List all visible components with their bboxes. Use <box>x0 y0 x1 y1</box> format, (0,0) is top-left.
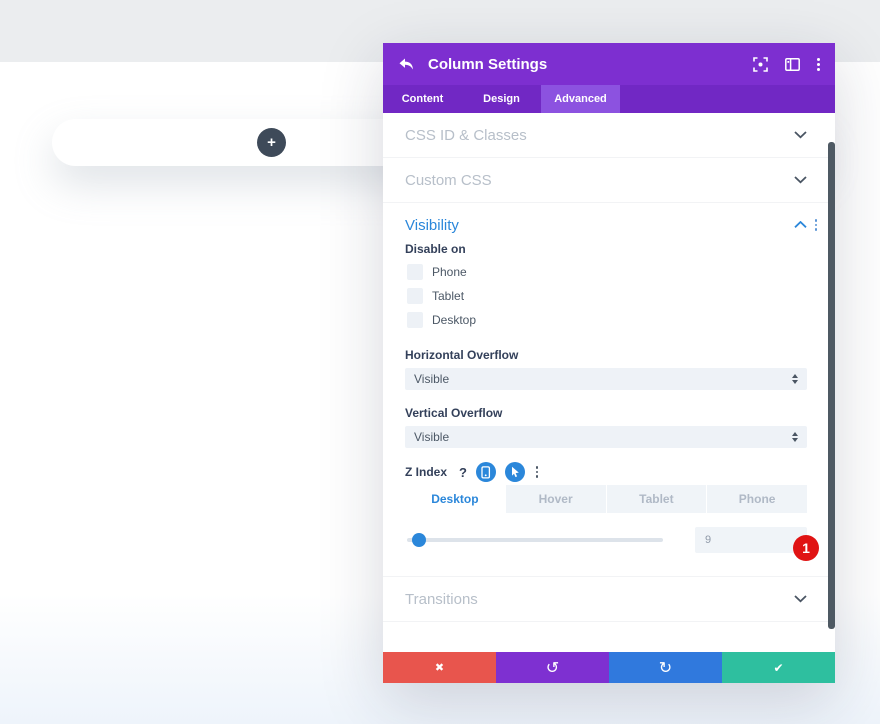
disable-on-tablet-row: Tablet <box>405 288 807 304</box>
section-visibility: Visibility Disable on <box>383 203 835 577</box>
vertical-overflow-value: Visible <box>414 430 449 444</box>
cancel-button[interactable]: ✖ <box>383 652 496 683</box>
section-custom-css[interactable]: Custom CSS <box>383 158 835 203</box>
vertical-overflow-select[interactable]: Visible <box>405 426 807 448</box>
select-arrows-icon <box>792 432 798 442</box>
phone-checkbox[interactable] <box>407 264 423 280</box>
add-column-button[interactable]: + <box>257 128 286 157</box>
disable-on-label: Disable on <box>405 242 807 256</box>
layout-panel-icon[interactable] <box>785 57 800 72</box>
slider-handle[interactable] <box>412 533 426 547</box>
section-transitions[interactable]: Transitions <box>383 577 835 622</box>
z-index-options-menu-icon[interactable] <box>536 466 539 478</box>
chevron-down-icon <box>794 590 807 608</box>
modal-body: CSS ID & Classes Custom CSS Vi <box>383 113 835 652</box>
back-icon[interactable] <box>398 56 415 72</box>
responsive-tabs: Desktop Hover Tablet Phone <box>405 485 807 513</box>
page-canvas: + Column Settings <box>0 0 880 724</box>
scrollbar[interactable] <box>828 142 835 629</box>
annotation-badge: 1 <box>793 535 819 561</box>
z-index-label: Z Index <box>405 465 447 479</box>
modal-menu-icon[interactable] <box>817 58 820 71</box>
resp-tab-desktop[interactable]: Desktop <box>405 485 505 513</box>
z-index-input[interactable] <box>695 527 807 553</box>
horizontal-overflow-label: Horizontal Overflow <box>405 348 807 362</box>
section-label: CSS ID & Classes <box>405 127 527 144</box>
modal-tab-bar: Content Design Advanced <box>383 85 835 113</box>
desktop-checkbox[interactable] <box>407 312 423 328</box>
phone-label: Phone <box>432 265 467 279</box>
modal-footer: ✖ ↺ ↻ ✔ <box>383 652 835 683</box>
resp-tab-phone[interactable]: Phone <box>707 485 807 513</box>
section-label: Custom CSS <box>405 172 492 189</box>
disable-on-desktop-row: Desktop <box>405 312 807 328</box>
undo-button[interactable]: ↺ <box>496 652 609 683</box>
tab-advanced[interactable]: Advanced <box>541 85 620 113</box>
visibility-title: Visibility <box>405 217 459 234</box>
z-index-row: Z Index ? <box>405 462 807 482</box>
responsive-device-icon[interactable] <box>476 462 496 482</box>
vertical-overflow-label: Vertical Overflow <box>405 406 807 420</box>
tablet-label: Tablet <box>432 289 464 303</box>
modal-title: Column Settings <box>428 56 547 73</box>
chevron-up-icon[interactable] <box>794 216 807 234</box>
resp-tab-hover[interactable]: Hover <box>506 485 606 513</box>
tablet-checkbox[interactable] <box>407 288 423 304</box>
select-arrows-icon <box>792 374 798 384</box>
section-css-id-classes[interactable]: CSS ID & Classes <box>383 113 835 158</box>
horizontal-overflow-select[interactable]: Visible <box>405 368 807 390</box>
hover-cursor-icon[interactable] <box>505 462 525 482</box>
chevron-down-icon <box>794 126 807 144</box>
slider-track[interactable] <box>407 538 663 542</box>
help-icon[interactable]: ? <box>459 465 467 480</box>
chevron-down-icon <box>794 171 807 189</box>
save-button[interactable]: ✔ <box>722 652 835 683</box>
tab-design[interactable]: Design <box>462 85 541 113</box>
horizontal-overflow-value: Visible <box>414 372 449 386</box>
visibility-header[interactable]: Visibility <box>405 203 807 229</box>
section-label: Transitions <box>405 591 478 608</box>
redo-button[interactable]: ↻ <box>609 652 722 683</box>
modal-header: Column Settings <box>383 43 835 85</box>
resp-tab-tablet[interactable]: Tablet <box>607 485 707 513</box>
disable-on-phone-row: Phone <box>405 264 807 280</box>
tab-content[interactable]: Content <box>383 85 462 113</box>
z-index-slider-row <box>405 527 807 553</box>
expand-modal-icon[interactable] <box>753 57 768 72</box>
column-settings-modal: Column Settings <box>383 43 835 683</box>
visibility-options-menu-icon[interactable] <box>815 219 818 231</box>
desktop-label: Desktop <box>432 313 476 327</box>
